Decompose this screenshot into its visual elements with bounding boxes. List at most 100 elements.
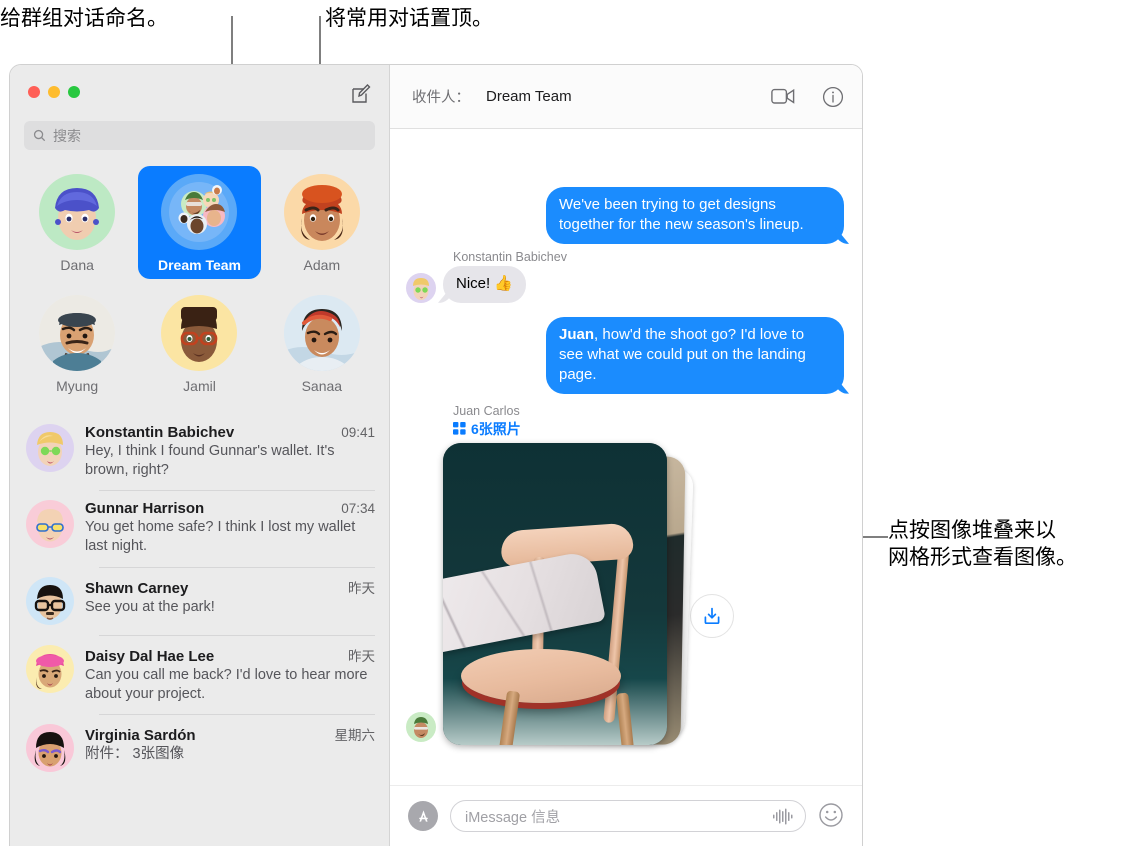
message-placeholder: iMessage 信息 (465, 809, 561, 826)
download-icon[interactable] (690, 593, 734, 638)
messages-window: 搜索 Dana Dream Team Adam Myung Jamil Sana… (10, 65, 862, 846)
pinned-item-label: Dana (60, 257, 94, 273)
conversation-time: 09:41 (341, 425, 375, 440)
conversation-time: 昨天 (348, 648, 375, 664)
conversation-preview: Can you call me back? I'd love to hear m… (85, 666, 368, 702)
pinned-item-label: Sanaa (301, 378, 343, 394)
pinned-item-jamil[interactable]: Jamil (138, 287, 260, 400)
app-store-icon[interactable] (408, 801, 447, 833)
avatar (26, 576, 74, 625)
search-container: 搜索 (10, 121, 389, 150)
message-bubble[interactable]: Juan, how'd the shoot go? I'd love to se… (546, 316, 844, 394)
conversation-name: Gunnar Harrison (85, 500, 205, 518)
close-button[interactable] (28, 86, 40, 98)
photo-stack[interactable] (443, 442, 694, 748)
compose-icon[interactable] (349, 82, 373, 106)
avatar (406, 711, 436, 742)
avatar (26, 424, 74, 472)
avatar (26, 723, 74, 772)
search-input[interactable]: 搜索 (24, 121, 375, 150)
mention-juan: Juan (559, 325, 595, 343)
emoji-smiley-icon[interactable] (818, 802, 846, 830)
avatar (26, 500, 74, 549)
message-row-outgoing-2: Juan, how'd the shoot go? I'd love to se… (406, 316, 844, 394)
message-row-outgoing-1: We've been trying to get designs togethe… (406, 187, 844, 244)
photo-stack-row (406, 442, 844, 748)
conversation-preview: See you at the park! (85, 598, 215, 615)
conversation-row-daisy[interactable]: Daisy Dal Hae Lee 昨天 Can you call me bac… (10, 634, 389, 714)
pinned-item-label: Myung (56, 378, 99, 394)
conversation-row-konstantin[interactable]: Konstantin Babichev 09:41 Hey, I think I… (10, 414, 389, 490)
thread-pane: 收件人： Dream Team We've been trying to get (390, 65, 862, 846)
window-controls (28, 86, 80, 98)
minimize-button[interactable] (48, 86, 60, 98)
info-circle-icon[interactable] (820, 84, 846, 110)
callout-image-stack: 点按图像堆叠来以 网格形式查看图像。 (888, 519, 1077, 569)
avatar (283, 174, 360, 250)
message-bubble-text: , how'd the shoot go? I'd love to see wh… (559, 325, 806, 383)
callout-name-group: 给群组对话命名。 (0, 7, 168, 30)
grid-icon (453, 422, 466, 435)
conversation-body: Shawn Carney 昨天 See you at the park! (85, 577, 375, 625)
pinned-item-label: Dream Team (157, 257, 241, 273)
leader-line-image-stack (860, 536, 888, 538)
recipient-label: 收件人： (412, 90, 470, 106)
conversation-time: 昨天 (348, 580, 375, 596)
conversation-name: Virginia Sardón (85, 726, 196, 744)
thread-header: 收件人： Dream Team (390, 65, 862, 129)
sidebar-toolbar (10, 65, 389, 121)
photo-attachment-block: Juan Carlos 6张照片 (406, 404, 844, 748)
avatar (39, 295, 116, 371)
conversation-list: Konstantin Babichev 09:41 Hey, I think I… (10, 414, 389, 846)
pinned-item-adam[interactable]: Adam (261, 166, 383, 279)
conversation-row-shawn[interactable]: Shawn Carney 昨天 See you at the park! (10, 566, 389, 635)
message-input[interactable]: iMessage 信息 (450, 800, 806, 832)
recipient-value[interactable]: Dream Team (486, 88, 572, 105)
conversation-row-virginia[interactable]: Virginia Sardón 星期六 附件： 3张图像 (10, 713, 389, 782)
message-bubble[interactable]: Nice! 👍 (443, 265, 527, 303)
attachment-count-label: 6张照片 (471, 420, 521, 437)
sidebar: 搜索 Dana Dream Team Adam Myung Jamil Sana… (10, 65, 390, 846)
conversation-name: Shawn Carney (85, 579, 189, 597)
photo-thumbnail-chair (443, 442, 667, 745)
avatar (406, 272, 436, 303)
pinned-item-sanaa[interactable]: Sanaa (261, 287, 383, 400)
avatar (161, 295, 238, 371)
message-composer: iMessage 信息 (390, 785, 862, 846)
conversation-preview: Hey, I think I found Gunnar's wallet. It… (85, 443, 335, 479)
message-bubble[interactable]: We've been trying to get designs togethe… (546, 187, 844, 244)
attachment-count-row[interactable]: 6张照片 (453, 419, 844, 439)
pinned-item-dana[interactable]: Dana (16, 166, 138, 279)
avatar (283, 295, 360, 371)
pinned-item-label: Adam (303, 257, 341, 273)
group-avatar (161, 174, 238, 250)
conversation-body: Virginia Sardón 星期六 附件： 3张图像 (85, 724, 375, 772)
attachment-sender-name: Juan Carlos (453, 403, 520, 418)
avatar (26, 644, 74, 693)
message-thread[interactable]: We've been trying to get designs togethe… (390, 129, 862, 785)
pinned-conversations-grid: Dana Dream Team Adam Myung Jamil Sanaa (10, 166, 389, 400)
photo-stack-layer-front[interactable] (443, 442, 667, 745)
audio-waveform-icon[interactable] (773, 808, 795, 825)
conversation-time: 星期六 (334, 727, 376, 743)
conversation-time: 07:34 (341, 501, 375, 517)
avatar (39, 174, 116, 250)
conversation-preview: 附件： 3张图像 (85, 745, 185, 762)
pinned-item-dream-team[interactable]: Dream Team (138, 166, 261, 279)
conversation-name: Daisy Dal Hae Lee (85, 647, 215, 665)
conversation-body: Daisy Dal Hae Lee 昨天 Can you call me bac… (85, 645, 375, 704)
conversation-body: Konstantin Babichev 09:41 Hey, I think I… (85, 424, 375, 480)
maximize-button[interactable] (68, 86, 80, 98)
video-camera-icon[interactable] (770, 84, 796, 110)
pinned-item-label: Jamil (183, 378, 216, 394)
conversation-row-gunnar[interactable]: Gunnar Harrison 07:34 You get home safe?… (10, 490, 389, 566)
callout-pin-top: 将常用对话置顶。 (325, 7, 493, 30)
search-icon (33, 129, 46, 142)
conversation-name: Konstantin Babichev (85, 424, 235, 441)
pinned-item-myung[interactable]: Myung (16, 287, 138, 400)
search-placeholder: 搜索 (53, 127, 81, 144)
conversation-body: Gunnar Harrison 07:34 You get home safe?… (85, 500, 375, 556)
message-row-incoming-1: Nice! 👍 (406, 265, 844, 303)
conversation-preview: You get home safe? I think I lost my wal… (85, 519, 356, 555)
message-sender-name: Konstantin Babichev (453, 249, 567, 264)
